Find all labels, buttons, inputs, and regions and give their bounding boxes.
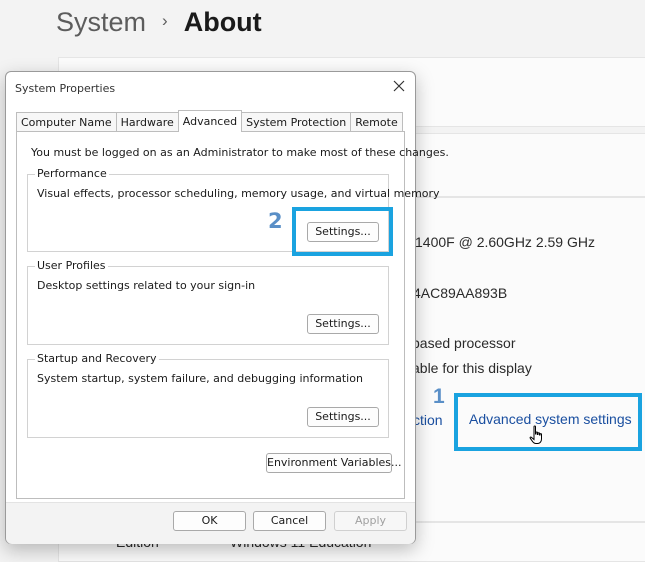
cancel-button[interactable]: Cancel bbox=[253, 511, 326, 531]
dialog-footer: OK Cancel Apply bbox=[6, 502, 415, 544]
dialog-title: System Properties bbox=[15, 82, 116, 95]
performance-description: Visual effects, processor scheduling, me… bbox=[37, 187, 440, 200]
pen-touch-value: able for this display bbox=[412, 360, 532, 376]
breadcrumb: System › About bbox=[56, 2, 262, 42]
hand-cursor-icon bbox=[529, 425, 542, 444]
advanced-system-settings-link[interactable]: Advanced system settings bbox=[469, 411, 632, 427]
breadcrumb-system[interactable]: System bbox=[56, 7, 146, 38]
admin-note: You must be logged on as an Administrato… bbox=[31, 146, 449, 159]
advanced-tab-panel: You must be logged on as an Administrato… bbox=[16, 131, 449, 499]
tab-remote[interactable]: Remote bbox=[350, 112, 403, 132]
step-1-marker: 1 bbox=[433, 385, 445, 408]
ok-button[interactable]: OK bbox=[173, 511, 246, 531]
tab-advanced[interactable]: Advanced bbox=[177, 110, 243, 132]
tab-system-protection[interactable]: System Protection bbox=[241, 112, 352, 132]
apply-button[interactable]: Apply bbox=[334, 511, 407, 531]
system-type-value: based processor bbox=[412, 335, 516, 351]
user-profiles-label: User Profiles bbox=[35, 259, 108, 272]
highlight-performance-settings bbox=[292, 207, 393, 256]
tab-strip: Computer Name Hardware Advanced System P… bbox=[16, 110, 403, 132]
system-properties-dialog: System Properties Computer Name Hardware… bbox=[5, 71, 449, 544]
performance-label: Performance bbox=[35, 167, 109, 180]
user-profiles-group: User Profiles Desktop settings related t… bbox=[27, 259, 389, 345]
close-icon[interactable] bbox=[392, 79, 406, 93]
startup-recovery-description: System startup, system failure, and debu… bbox=[37, 372, 363, 385]
user-profiles-settings-button[interactable]: Settings... bbox=[307, 314, 379, 334]
startup-recovery-label: Startup and Recovery bbox=[35, 352, 159, 365]
breadcrumb-separator: › bbox=[162, 11, 168, 30]
tab-hardware[interactable]: Hardware bbox=[115, 112, 179, 132]
step-2-marker: 2 bbox=[268, 209, 283, 233]
startup-recovery-settings-button[interactable]: Settings... bbox=[307, 407, 379, 427]
environment-variables-button[interactable]: Environment Variables... bbox=[266, 453, 402, 473]
user-profiles-description: Desktop settings related to your sign-in bbox=[37, 279, 256, 292]
device-id-value: 4AC89AA893B bbox=[413, 285, 508, 301]
page-title: About bbox=[183, 6, 262, 37]
tab-computer-name[interactable]: Computer Name bbox=[16, 112, 117, 132]
system-protection-link[interactable]: ction bbox=[413, 412, 443, 428]
processor-value: 1400F @ 2.60GHz 2.59 GHz bbox=[415, 234, 595, 250]
startup-recovery-group: Startup and Recovery System startup, sys… bbox=[27, 352, 389, 438]
